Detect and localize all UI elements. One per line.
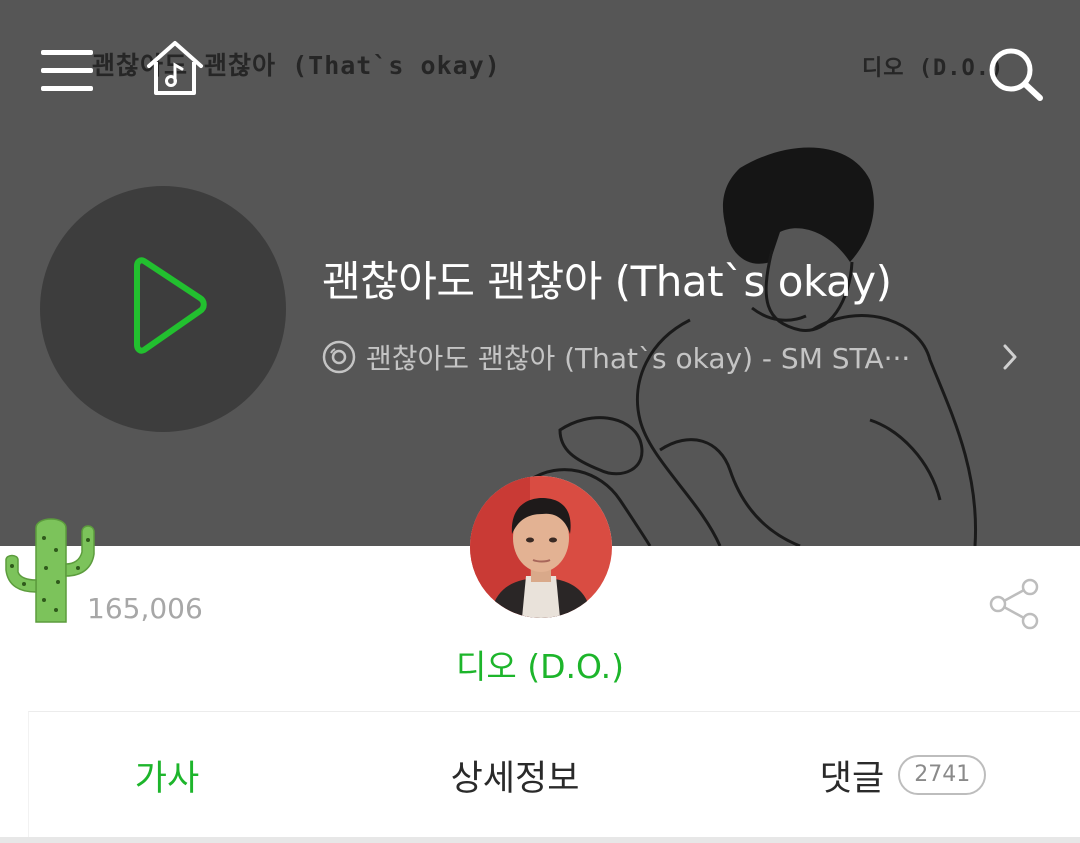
comment-count-badge: 2741 xyxy=(898,755,987,795)
tab-bar: 가사 상세정보 댓글 2741 xyxy=(28,711,1080,838)
album-name: 괜찮아도 괜찮아 (That`s okay) - SM STA··· xyxy=(366,342,911,375)
house-music-note-icon xyxy=(147,41,203,95)
search-button[interactable] xyxy=(984,42,1046,104)
chevron-right-icon xyxy=(1003,344,1017,370)
artist-name[interactable]: 디오 (D.O.) xyxy=(0,640,1080,688)
menu-button[interactable] xyxy=(38,44,96,94)
share-button[interactable] xyxy=(986,576,1044,632)
tab-comments[interactable]: 댓글 2741 xyxy=(725,750,1080,801)
share-nodes-icon xyxy=(989,578,1039,630)
cover-text-artist: 디오 (D.O.) xyxy=(862,56,1005,81)
play-triangle-icon xyxy=(134,257,207,354)
tab-lyrics-label: 가사 xyxy=(134,758,200,799)
hamburger-menu-icon xyxy=(41,50,93,91)
tab-details-label: 상세정보 xyxy=(450,758,580,799)
tab-comments-label: 댓글 xyxy=(819,758,885,799)
play-button[interactable] xyxy=(40,186,286,432)
tab-lyrics[interactable]: 가사 xyxy=(29,750,305,801)
artist-photo xyxy=(470,476,612,618)
like-count: 165,006 xyxy=(87,592,203,625)
album-link[interactable]: 괜찮아도 괜찮아 (That`s okay) - SM STA··· xyxy=(322,334,1032,380)
disc-icon xyxy=(322,340,356,374)
song-title: 괜찮아도 괜찮아 (That`s okay) xyxy=(322,257,892,306)
home-button[interactable] xyxy=(143,38,207,98)
magnifier-icon xyxy=(989,48,1043,101)
tab-details[interactable]: 상세정보 xyxy=(305,750,725,801)
bottom-divider xyxy=(0,837,1080,843)
artist-avatar[interactable] xyxy=(470,476,612,618)
